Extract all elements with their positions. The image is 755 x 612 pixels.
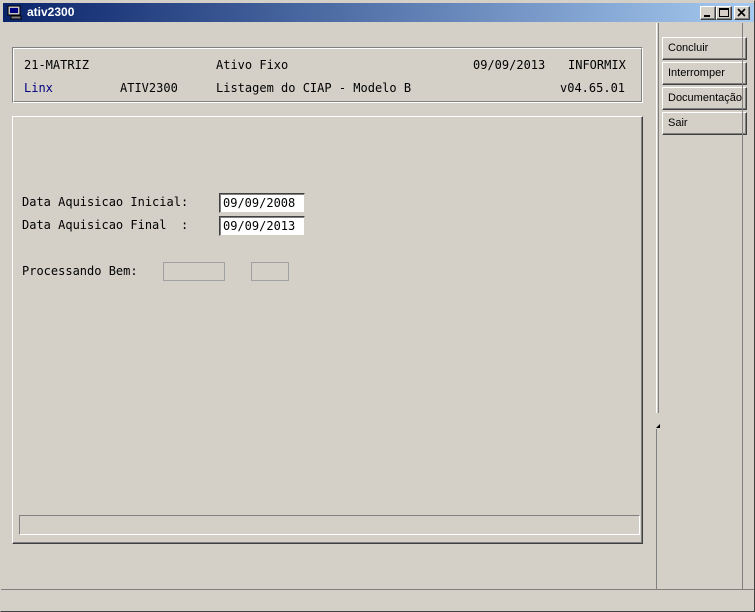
final-date-input[interactable]: 09/09/2013 xyxy=(219,216,305,236)
title-bar[interactable]: ativ2300 xyxy=(3,3,754,22)
processing-field-1 xyxy=(163,262,225,281)
close-icon xyxy=(737,8,746,17)
module-label: Ativo Fixo xyxy=(216,58,289,72)
vendor-label: Linx xyxy=(24,81,53,95)
version-label: v04.65.01 xyxy=(560,81,626,95)
maximize-button[interactable] xyxy=(716,6,732,20)
bottom-divider xyxy=(1,589,754,591)
app-window-icon xyxy=(7,5,23,20)
minimize-button[interactable] xyxy=(700,6,716,20)
sair-button[interactable]: Sair xyxy=(662,112,747,135)
final-date-label: Data Aquisicao Final : xyxy=(22,218,189,232)
right-edge-divider xyxy=(742,23,743,589)
program-label: ATIV2300 xyxy=(120,81,178,95)
status-bar xyxy=(19,515,640,535)
minimize-icon xyxy=(704,15,710,17)
processing-field-2 xyxy=(251,262,289,281)
splitter-handle-icon[interactable] xyxy=(656,419,660,428)
window-title: ativ2300 xyxy=(27,5,75,19)
app-window: ativ2300 21-MATRIZ Ativo Fixo 09/09/2013 xyxy=(0,0,755,612)
form-panel: Data Aquisicao Inicial: 09/09/2008 Data … xyxy=(12,116,643,544)
initial-date-label: Data Aquisicao Inicial: xyxy=(22,195,189,209)
database-label: INFORMIX xyxy=(568,58,626,72)
initial-date-input[interactable]: 09/09/2008 xyxy=(219,193,305,213)
header-panel: 21-MATRIZ Ativo Fixo 09/09/2013 INFORMIX… xyxy=(12,47,643,103)
date-label: 09/09/2013 xyxy=(473,58,546,72)
lower-splitter-line xyxy=(656,429,658,589)
report-title: Listagem do CIAP - Modelo B xyxy=(216,81,412,95)
main-client-area: 21-MATRIZ Ativo Fixo 09/09/2013 INFORMIX… xyxy=(4,23,654,609)
vertical-splitter[interactable] xyxy=(656,23,659,413)
company-label: 21-MATRIZ xyxy=(24,58,90,72)
close-button[interactable] xyxy=(734,6,750,20)
maximize-icon xyxy=(719,8,729,17)
processing-label: Processando Bem: xyxy=(22,264,138,278)
interromper-button[interactable]: Interromper xyxy=(662,62,747,85)
concluir-button[interactable]: Concluir xyxy=(662,37,747,60)
documentacao-button[interactable]: Documentação xyxy=(662,87,747,110)
